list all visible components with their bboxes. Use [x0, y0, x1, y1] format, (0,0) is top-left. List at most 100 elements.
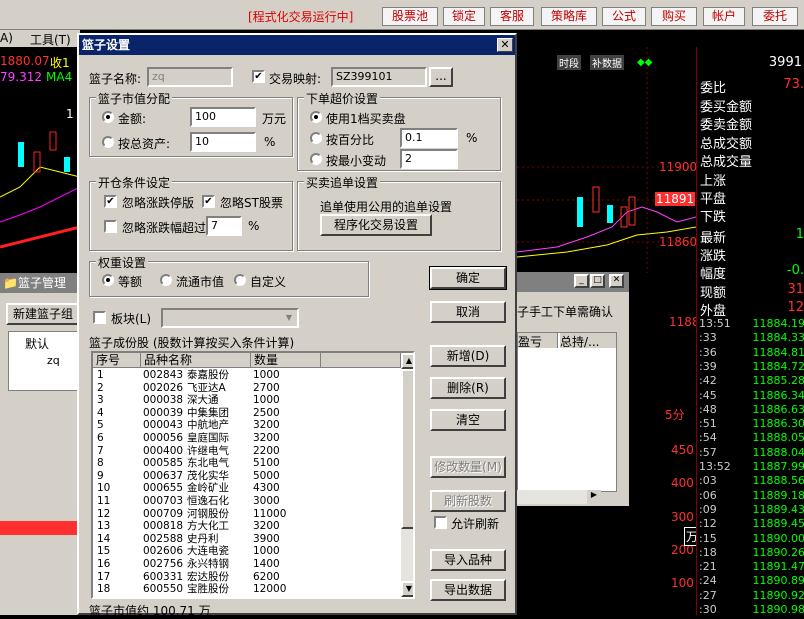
- tick-price: 11886.63: [753, 403, 804, 416]
- program-trading-settings-button[interactable]: 程序化交易设置: [320, 214, 432, 236]
- v-scrollbar[interactable]: ▲ ▼: [401, 353, 415, 597]
- browse-button[interactable]: ...: [429, 67, 453, 87]
- stock-pool-button[interactable]: 股票池: [382, 7, 438, 26]
- table-row[interactable]: 10000655金岭矿业4300: [93, 482, 401, 495]
- tick-price: 11890.26: [753, 546, 804, 559]
- table-row[interactable]: 6000056皇庭国际3200: [93, 432, 401, 445]
- col-total-hold[interactable]: 总持/...: [560, 333, 616, 348]
- table-row[interactable]: 17600331宏达股份6200: [93, 571, 401, 584]
- table-row[interactable]: 13000818方大化工3200: [93, 520, 401, 533]
- clear-button[interactable]: 清空: [430, 409, 506, 431]
- amount-input[interactable]: 100: [190, 107, 256, 127]
- price-percent-input[interactable]: 0.1: [400, 128, 458, 148]
- price-label-11900: 11900: [659, 160, 697, 174]
- ignore-range-checkbox[interactable]: [104, 220, 117, 233]
- period-tag[interactable]: 时段: [557, 55, 581, 70]
- total-asset-input[interactable]: 10: [190, 132, 256, 152]
- add-button[interactable]: 新增(D): [430, 345, 506, 367]
- link-icon[interactable]: ◆◆: [637, 57, 652, 68]
- export-button[interactable]: 导出数据: [430, 579, 506, 601]
- refresh-shares-button[interactable]: 刷新股数: [430, 490, 506, 512]
- total-asset-radio[interactable]: [102, 136, 114, 148]
- col-name[interactable]: 品种名称: [141, 353, 251, 368]
- strategy-library-button[interactable]: 策略库: [541, 7, 597, 26]
- table-row[interactable]: 8000585东北电气5100: [93, 457, 401, 470]
- table-row[interactable]: 2002026飞亚达A2700: [93, 382, 401, 395]
- vol-label-5min: 5分: [665, 406, 685, 423]
- table-row[interactable]: 15002606大连电瓷1000: [93, 545, 401, 558]
- ignore-st-checkbox[interactable]: ✔: [202, 195, 215, 208]
- scroll-down-icon[interactable]: ▼: [401, 581, 415, 597]
- tick-price: 11890.00: [753, 532, 804, 545]
- row-qty: 1000: [253, 369, 280, 381]
- amount-radio[interactable]: [102, 111, 114, 123]
- weight-float-radio[interactable]: [160, 274, 172, 286]
- account-button[interactable]: 帐户: [703, 7, 745, 26]
- import-button[interactable]: 导入品种: [430, 549, 506, 571]
- basket-manager-window-right: _ □ ✕ 子手工下单需确认 盈亏 总持/... ▶: [517, 272, 629, 506]
- col-qty[interactable]: 数量: [251, 353, 321, 368]
- weight-equal-radio[interactable]: [102, 274, 114, 286]
- table-row[interactable]: 1002843泰嘉股份1000: [93, 369, 401, 382]
- row-code: 000655: [143, 482, 183, 494]
- lock-button[interactable]: 锁定: [443, 7, 485, 26]
- service-button[interactable]: 客服: [490, 7, 534, 26]
- table-row[interactable]: 9000637茂化实华5000: [93, 470, 401, 483]
- block-label: 板块(L): [111, 310, 151, 327]
- close-icon[interactable]: ✕: [497, 38, 513, 52]
- price-opt3-radio[interactable]: [310, 153, 322, 165]
- modify-qty-button[interactable]: 修改数量(M): [430, 456, 506, 478]
- trade-map-field[interactable]: SZ399101: [331, 67, 427, 87]
- table-row[interactable]: 5000043中航地产3200: [93, 419, 401, 432]
- maximize-icon[interactable]: □: [590, 274, 605, 288]
- block-select[interactable]: [161, 308, 299, 328]
- ignore-limit-label: 忽略涨跌停版: [122, 194, 194, 211]
- weight-custom-radio[interactable]: [234, 274, 246, 286]
- scroll-right-icon[interactable]: ▶: [587, 490, 601, 504]
- new-basket-group-button[interactable]: 新建篮子组: [6, 303, 80, 325]
- tick-time: :36: [699, 346, 717, 359]
- ma2-value: 79.312: [0, 70, 42, 84]
- row-code: 000056: [143, 432, 183, 444]
- table-row[interactable]: 18600550宝胜股份12000: [93, 583, 401, 596]
- table-row[interactable]: 3000038深大通1000: [93, 394, 401, 407]
- order-button[interactable]: 委托: [752, 7, 798, 26]
- col-seq[interactable]: 序号: [93, 353, 141, 368]
- purchase-button[interactable]: 购买: [651, 7, 697, 26]
- close-icon[interactable]: ✕: [609, 274, 624, 288]
- row-seq: 9: [97, 470, 104, 482]
- basket-name-field[interactable]: zq: [147, 67, 233, 87]
- menu-item-a[interactable]: A): [0, 31, 13, 45]
- tree-item-zq[interactable]: zq: [47, 354, 60, 367]
- ignore-range-input[interactable]: 7: [206, 216, 242, 236]
- tree-item-default[interactable]: 默认: [25, 335, 49, 352]
- minimize-icon[interactable]: _: [574, 274, 589, 288]
- table-row[interactable]: 11000703恒逸石化3000: [93, 495, 401, 508]
- min-tick-input[interactable]: 2: [400, 149, 458, 169]
- trade-map-checkbox[interactable]: ✔: [252, 70, 265, 83]
- allow-refresh-checkbox[interactable]: [434, 516, 447, 529]
- table-row[interactable]: 12000709河钢股份11000: [93, 508, 401, 521]
- price-opt2-radio[interactable]: [310, 132, 322, 144]
- ok-button[interactable]: 确定: [430, 267, 506, 289]
- price-over-group: 下单超价设置 使用1档买卖盘 按百分比 0.1 % 按最小变动 2: [297, 97, 501, 171]
- row-qty: 12000: [253, 583, 286, 595]
- scroll-up-icon[interactable]: ▲: [401, 353, 415, 369]
- col-pnl[interactable]: 盈亏: [518, 333, 558, 348]
- h-scrollbar[interactable]: ▶: [517, 490, 601, 504]
- price-opt1-radio[interactable]: [310, 111, 322, 123]
- ignore-limit-checkbox[interactable]: ✔: [104, 195, 117, 208]
- weight-group: 权重设置 等额 流通市值 自定义: [89, 261, 369, 297]
- block-checkbox[interactable]: [93, 311, 106, 324]
- fill-data-tag[interactable]: 补数据: [590, 55, 624, 70]
- table-row[interactable]: 7000400许继电气2200: [93, 445, 401, 458]
- table-row[interactable]: 14002588史丹利3900: [93, 533, 401, 546]
- table-row[interactable]: 4000039中集集团2500: [93, 407, 401, 420]
- delete-button[interactable]: 删除(R): [430, 377, 506, 399]
- formula-button[interactable]: 公式: [602, 7, 646, 26]
- chevron-down-icon[interactable]: ▼: [281, 310, 297, 326]
- scroll-thumb[interactable]: [401, 369, 415, 529]
- table-row[interactable]: 16002756永兴特钢1400: [93, 558, 401, 571]
- cancel-button[interactable]: 取消: [430, 301, 506, 323]
- menu-item-tools[interactable]: 工具(T): [30, 31, 71, 48]
